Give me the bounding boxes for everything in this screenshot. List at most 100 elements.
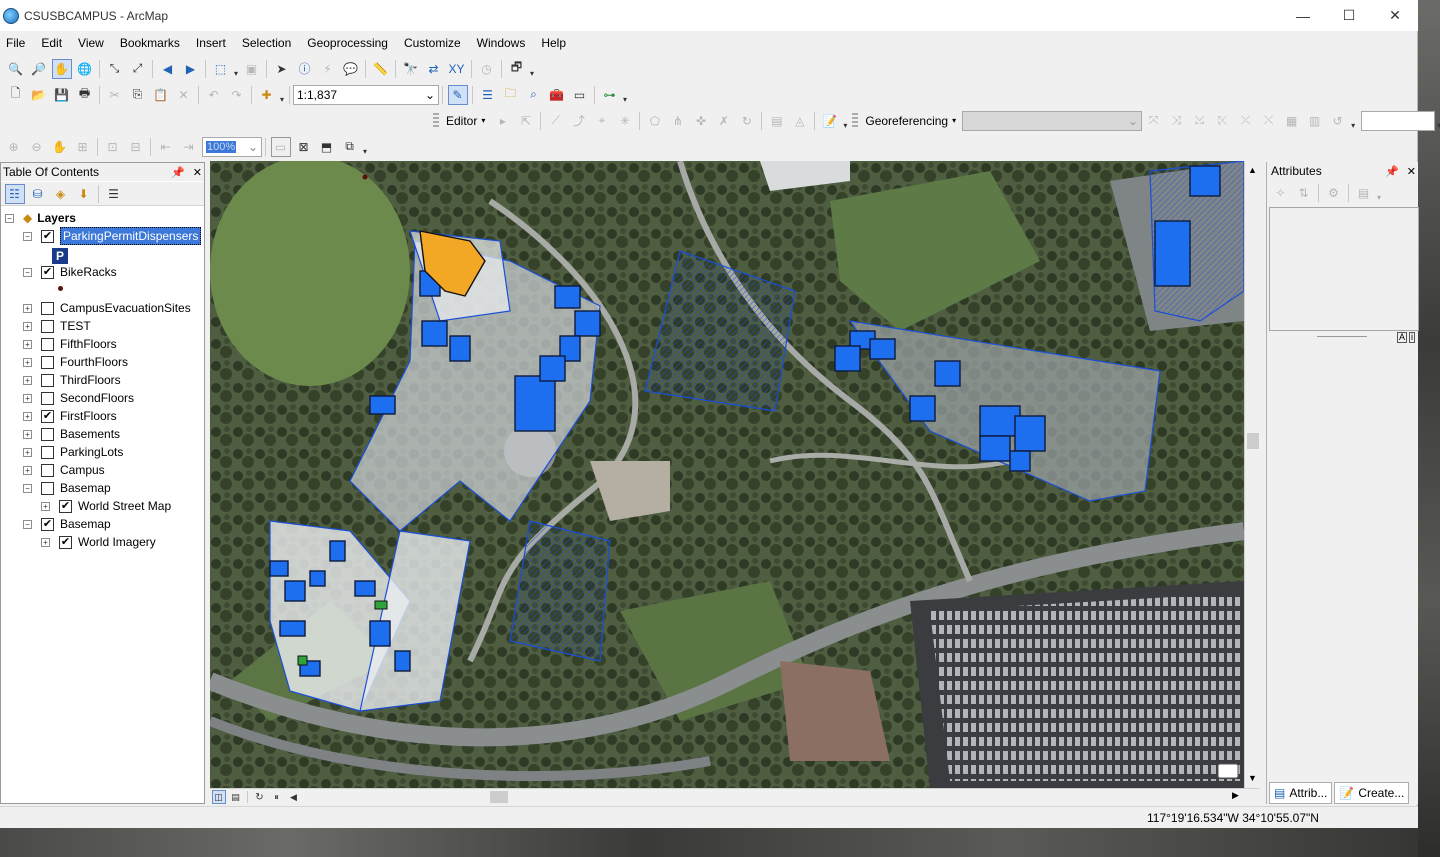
menu-windows[interactable]: Windows	[469, 33, 534, 54]
viewer-icon[interactable]: ▦	[1282, 111, 1302, 131]
map-vertical-scrollbar[interactable]: ▲ ▼	[1244, 161, 1260, 788]
close-icon[interactable]: ✕	[193, 166, 202, 179]
expand-icon[interactable]: +	[23, 321, 32, 331]
zoom-to-selected-link-icon[interactable]: ⤫	[1236, 111, 1256, 131]
edit-tool-arrow-icon[interactable]: ▸	[493, 111, 513, 131]
editor-toolbar-toggle-icon[interactable]: ✎	[447, 84, 468, 105]
room-feature[interactable]	[279, 620, 306, 637]
split-icon[interactable]: ✗	[714, 111, 734, 131]
room-feature[interactable]	[269, 560, 289, 577]
menu-help[interactable]: Help	[533, 33, 574, 54]
layer-visibility-checkbox[interactable]	[41, 445, 54, 459]
room-feature[interactable]	[1189, 165, 1221, 197]
scroll-thumb[interactable]	[1247, 433, 1259, 449]
layer-row-basemap-imagery[interactable]: − ✔ Basemap	[23, 515, 111, 533]
collapse-icon[interactable]: −	[23, 483, 32, 493]
toc-options-icon[interactable]: ☰	[104, 184, 124, 204]
room-feature[interactable]	[1154, 220, 1191, 287]
focus-data-frame-icon[interactable]: ⊠	[294, 137, 314, 157]
menu-insert[interactable]: Insert	[188, 33, 234, 54]
layer-visibility-checkbox[interactable]	[41, 355, 54, 369]
menu-geoprocessing[interactable]: Geoprocessing	[299, 33, 396, 54]
sort-az-icon[interactable]: A	[1397, 332, 1408, 343]
maximize-button[interactable]: ☐	[1326, 0, 1372, 31]
cut-scissors-icon[interactable]: ✂	[105, 85, 125, 105]
expand-icon[interactable]: +	[23, 303, 32, 313]
expand-icon[interactable]: +	[23, 339, 32, 349]
delete-x-icon[interactable]: ✕	[174, 85, 194, 105]
reshape-icon[interactable]: ⋔	[668, 111, 688, 131]
arctoolbox-icon[interactable]: 🧰	[547, 85, 567, 105]
full-extent-globe-icon[interactable]: 🌐	[75, 59, 95, 79]
expand-icon[interactable]: +	[23, 393, 32, 403]
delete-link-icon[interactable]: ⤬	[1259, 111, 1279, 131]
undo-icon[interactable]: ↶	[204, 85, 224, 105]
layers-root[interactable]: − ◆ Layers	[5, 209, 76, 227]
expand-icon[interactable]: +	[23, 411, 32, 421]
layer-row-world-street-map[interactable]: + ✔ World Street Map	[41, 497, 171, 515]
room-feature[interactable]	[1014, 415, 1046, 452]
fixed-zoom-out-layout-icon[interactable]: ⊟	[126, 137, 146, 157]
find-route-icon[interactable]: ⇄	[424, 59, 444, 79]
room-feature[interactable]	[539, 355, 566, 382]
print-icon[interactable]: 🖶	[75, 85, 95, 105]
sketch-properties-icon[interactable]: ◬	[790, 111, 810, 131]
layer-row-fifthfloors[interactable]: + FifthFloors	[23, 335, 117, 353]
attributes-list[interactable]	[1269, 207, 1419, 331]
bike-rack-point[interactable]	[362, 174, 368, 180]
layer-row-campusevacuationsites[interactable]: + CampusEvacuationSites	[23, 299, 191, 317]
splitter-handle[interactable]	[1317, 336, 1367, 337]
shift-raster-icon[interactable]: ⤨	[1167, 111, 1187, 131]
clear-selection-icon[interactable]: ▣	[242, 59, 262, 79]
layer-visibility-checkbox[interactable]	[41, 463, 54, 477]
link-table-icon[interactable]: ▥	[1305, 111, 1325, 131]
list-by-visibility-icon[interactable]: ◈	[51, 184, 71, 204]
layer-label[interactable]: TEST	[60, 319, 91, 333]
search-window-icon[interactable]: ⌕	[524, 85, 544, 105]
layer-row-world-imagery[interactable]: + ✔ World Imagery	[41, 533, 156, 551]
attributes-tab[interactable]: ▤ Attrib...	[1269, 782, 1333, 804]
room-feature[interactable]	[369, 620, 391, 647]
measure-ruler-icon[interactable]: 📏	[371, 59, 391, 79]
toolbar-options-chevron-icon[interactable]: ▾	[621, 86, 629, 104]
layer-label[interactable]: ParkingPermitDispensers	[60, 227, 202, 245]
georeferencing-menu[interactable]: Georeferencing	[861, 114, 952, 128]
toolbar-options-chevron-icon[interactable]: ▾	[528, 60, 536, 78]
room-feature[interactable]	[934, 360, 961, 387]
layer-visibility-checkbox[interactable]	[41, 337, 54, 351]
layer-label[interactable]: BikeRacks	[60, 265, 117, 279]
trace-icon[interactable]: ⌖	[592, 111, 612, 131]
layer-label[interactable]: Basements	[60, 427, 120, 441]
flash-icon[interactable]: ✧	[1271, 183, 1291, 203]
layer-label[interactable]: FifthFloors	[60, 337, 117, 351]
rotate-raster-icon[interactable]: ⤧	[1144, 111, 1164, 131]
scroll-right-icon[interactable]: ▶	[1232, 790, 1239, 801]
point-icon[interactable]: ✳	[615, 111, 635, 131]
redo-icon[interactable]: ↷	[227, 85, 247, 105]
layout-pan-icon[interactable]: ✋	[50, 137, 70, 157]
sort-icon[interactable]: ⇅	[1294, 183, 1314, 203]
list-by-selection-icon[interactable]: ⬇	[74, 184, 94, 204]
map-canvas[interactable]	[210, 161, 1244, 788]
previous-extent-icon[interactable]: ⇤	[156, 137, 176, 157]
create-features-tab[interactable]: 📝 Create...	[1334, 782, 1410, 804]
open-folder-icon[interactable]: 📂	[29, 85, 49, 105]
layer-row-basemap-street[interactable]: − Basemap	[23, 479, 111, 497]
layer-row-parkinglots[interactable]: + ParkingLots	[23, 443, 123, 461]
table-of-contents-window-icon[interactable]: ☰	[478, 85, 498, 105]
hyperlink-lightning-icon[interactable]: ⚡	[318, 59, 338, 79]
next-extent-icon[interactable]: ⇥	[179, 137, 199, 157]
add-data-icon[interactable]: ✚	[257, 85, 277, 105]
pan-hand-icon[interactable]: ✋	[51, 58, 72, 79]
cut-polygons-icon[interactable]: ✜	[691, 111, 711, 131]
select-elements-arrow-icon[interactable]: ➤	[272, 59, 292, 79]
room-feature[interactable]	[284, 580, 306, 602]
toolbar-grip[interactable]	[433, 112, 439, 129]
refresh-view-icon[interactable]: ↻	[253, 790, 267, 804]
data-driven-pages-icon[interactable]: ⧉	[340, 137, 360, 157]
pin-icon[interactable]: 📌	[171, 166, 185, 179]
data-view-icon[interactable]: ◫	[211, 790, 226, 804]
toggle-draft-mode-icon[interactable]: ▭	[270, 136, 291, 157]
menu-bookmarks[interactable]: Bookmarks	[112, 33, 188, 54]
layer-row-secondfloors[interactable]: + SecondFloors	[23, 389, 134, 407]
